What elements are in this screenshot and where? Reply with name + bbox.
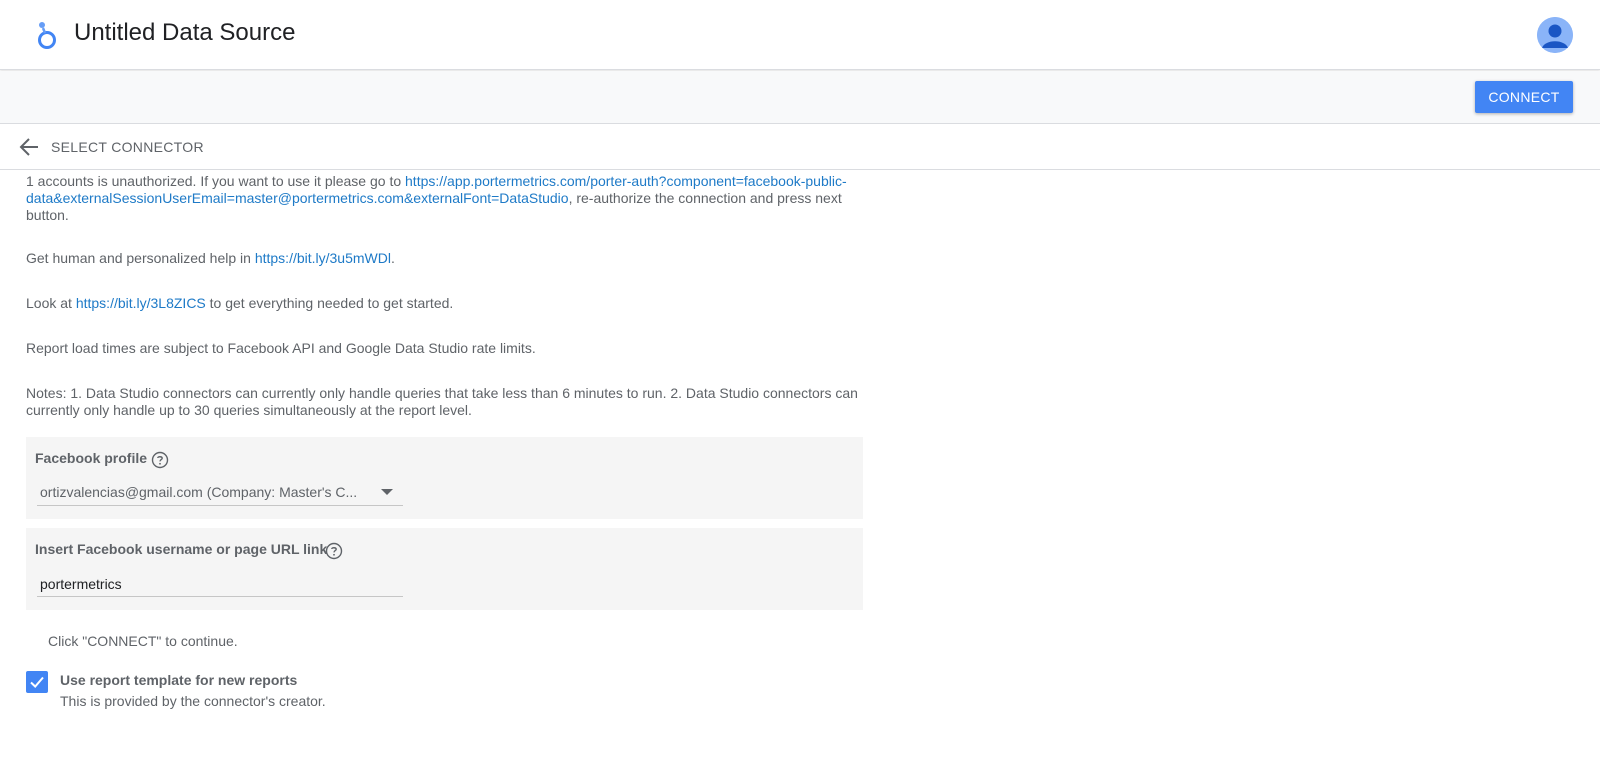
facebook-profile-label: Facebook profile <box>35 450 148 466</box>
facebook-username-input[interactable] <box>37 571 403 597</box>
facebook-profile-select[interactable]: ortizvalencias@gmail.com (Company: Maste… <box>37 481 403 506</box>
help-message: Get human and personalized help in https… <box>26 250 864 267</box>
facebook-profile-section: Facebook profile ortizvalencias@gmail.co… <box>26 437 863 519</box>
facebook-username-section: Insert Facebook username or page URL lin… <box>26 528 863 610</box>
select-connector-label[interactable]: SELECT CONNECTOR <box>51 139 204 155</box>
dropdown-arrow-icon[interactable] <box>381 489 393 495</box>
look-suffix-text: to get everything needed to get started. <box>205 295 454 311</box>
facebook-username-label: Insert Facebook username or page URL lin… <box>35 541 328 557</box>
looker-studio-logo-icon[interactable] <box>34 20 60 50</box>
help-suffix-text: . <box>390 250 395 266</box>
use-template-sublabel: This is provided by the connector's crea… <box>60 693 326 709</box>
help-link[interactable]: https://bit.ly/3u5mWDl <box>255 250 391 266</box>
facebook-profile-selected-value: ortizvalencias@gmail.com (Company: Maste… <box>40 484 358 500</box>
help-circle-icon[interactable] <box>325 542 343 560</box>
look-prefix-text: Look at <box>26 295 76 311</box>
account-avatar-icon[interactable] <box>1537 17 1573 53</box>
use-template-label[interactable]: Use report template for new reports <box>60 672 297 689</box>
connector-bar: SELECT CONNECTOR <box>0 124 1600 170</box>
checkmark-icon <box>30 676 44 688</box>
notes-message: Notes: 1. Data Studio connectors can cur… <box>26 385 858 418</box>
help-circle-icon[interactable] <box>151 451 169 469</box>
continue-instruction: Click "CONNECT" to continue. <box>48 633 238 649</box>
unauthorized-prefix-text: 1 accounts is unauthorized. If you want … <box>26 173 406 189</box>
unauthorized-message: 1 accounts is unauthorized. If you want … <box>26 173 864 224</box>
toolbar: CONNECT <box>0 71 1600 124</box>
help-prefix-text: Get human and personalized help in <box>26 250 255 266</box>
getting-started-message: Look at https://bit.ly/3L8ZICS to get ev… <box>26 295 864 312</box>
use-template-checkbox[interactable] <box>26 671 48 693</box>
arrow-back-icon[interactable] <box>18 137 40 157</box>
data-source-title[interactable]: Untitled Data Source <box>74 19 295 47</box>
connect-button[interactable]: CONNECT <box>1475 81 1573 113</box>
app-header: Untitled Data Source <box>0 0 1600 70</box>
rate-limits-message: Report load times are subject to Faceboo… <box>26 340 536 356</box>
getting-started-link[interactable]: https://bit.ly/3L8ZICS <box>76 295 206 311</box>
